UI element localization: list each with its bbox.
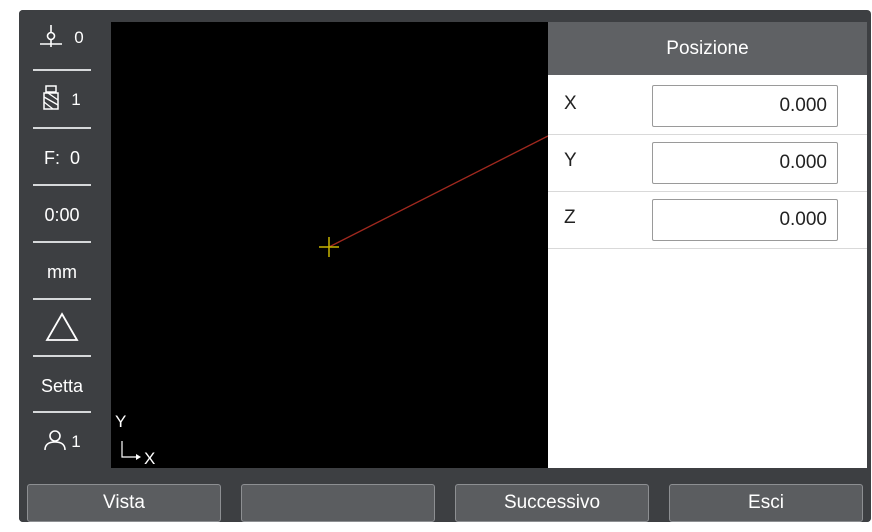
axis-row-y: Y 0.000 [548, 136, 867, 192]
units-status[interactable]: mm [33, 244, 91, 300]
setup-label: Setta [40, 375, 84, 396]
sidebar-divider [33, 241, 91, 243]
sidebar-divider [33, 298, 91, 300]
timer-value: 0:00 [44, 204, 80, 225]
datum-status[interactable]: 0 [33, 10, 91, 66]
feed-status[interactable]: F: 0 [33, 130, 91, 186]
datum-value: 0 [74, 28, 84, 47]
sidebar-divider [33, 69, 91, 71]
setup-button[interactable]: Setta [33, 358, 91, 414]
x-position-field[interactable]: 0.000 [652, 85, 838, 127]
status-sidebar: 0 1 F: 0 0:00 mm Setta 1 [19, 10, 111, 468]
view-button[interactable]: Vista [27, 484, 221, 522]
position-panel: Posizione X 0.000 Y 0.000 Z 0.000 [548, 22, 867, 468]
tool-status[interactable]: 1 [33, 72, 91, 128]
axis-y-label: Y [115, 412, 127, 431]
tool-value: 1 [71, 90, 81, 109]
graphic-view: Y X [111, 22, 548, 468]
panel-title: Posizione [548, 22, 867, 75]
softkey-bar: Vista Successivo Esci [19, 468, 871, 522]
user-value: 1 [71, 432, 81, 451]
tool-icon [43, 84, 60, 116]
axis-row-x: X 0.000 [548, 79, 867, 135]
timer-status[interactable]: 0:00 [33, 187, 91, 243]
delta-triangle-icon [45, 311, 79, 347]
units-value: mm [47, 261, 77, 282]
axis-indicator-icon [121, 441, 136, 458]
axis-row-z: Z 0.000 [548, 193, 867, 249]
z-position-field[interactable]: 0.000 [652, 199, 838, 241]
axis-x-label: X [144, 449, 156, 468]
axis-name: Z [564, 207, 576, 228]
feed-label: F: [43, 147, 60, 168]
dro-screen: 0 1 F: 0 0:00 mm Setta 1 Y X Posizione X… [19, 10, 871, 522]
next-button[interactable]: Successivo [455, 484, 649, 522]
datum-crosshair-icon [40, 24, 63, 53]
delta-mode-button[interactable] [33, 301, 91, 357]
axis-name: Y [564, 150, 577, 171]
user-icon [43, 429, 67, 456]
sidebar-divider [33, 355, 91, 357]
sidebar-divider [33, 127, 91, 129]
graphic-canvas [121, 135, 548, 460]
exit-button[interactable]: Esci [669, 484, 863, 522]
user-status[interactable]: 1 [33, 414, 91, 470]
sidebar-divider [33, 184, 91, 186]
y-position-field[interactable]: 0.000 [652, 142, 838, 184]
leader-line [328, 135, 548, 248]
feed-value: 0 [69, 147, 80, 168]
axis-name: X [564, 93, 577, 114]
blank-softkey[interactable] [241, 484, 435, 522]
sidebar-divider [33, 411, 91, 413]
